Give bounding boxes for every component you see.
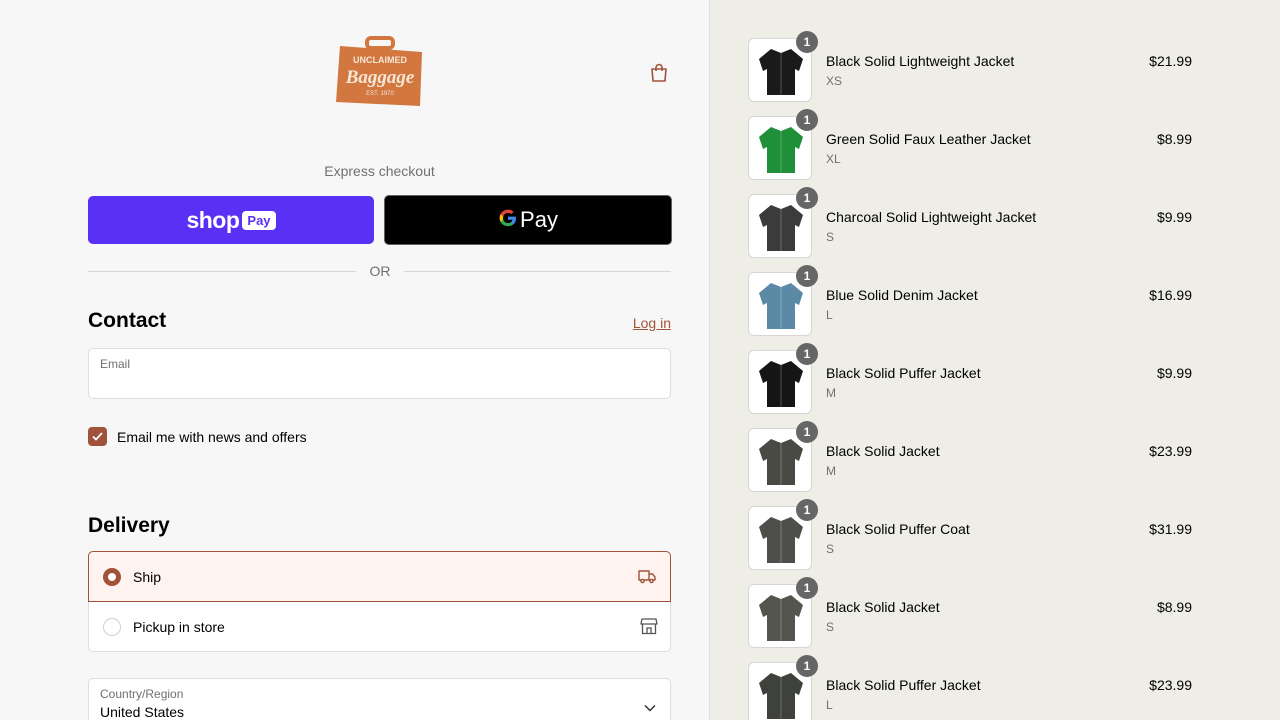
pickup-radio[interactable] xyxy=(103,618,121,636)
product-variant: M xyxy=(826,464,836,478)
divider-right xyxy=(404,271,671,272)
quantity-badge: 1 xyxy=(796,343,818,365)
newsletter-checkbox[interactable] xyxy=(88,427,107,446)
logo-line-2: Baggage xyxy=(345,67,415,88)
delivery-heading: Delivery xyxy=(88,514,170,537)
product-name: Black Solid Jacket xyxy=(826,443,940,459)
product-name: Blue Solid Denim Jacket xyxy=(826,287,978,303)
email-input[interactable] xyxy=(100,373,640,389)
shopping-bag-icon xyxy=(650,63,668,88)
product-variant: S xyxy=(826,542,835,556)
chevron-down-icon xyxy=(644,699,656,717)
product-variant: L xyxy=(826,698,833,712)
express-checkout-label: Express checkout xyxy=(324,163,435,179)
delivery-option-ship[interactable]: Ship xyxy=(88,551,671,602)
cart-line-item: 1 Charcoal Solid Lightweight Jacket S $9.99 xyxy=(748,187,1192,258)
country-select[interactable]: Country/Region United States xyxy=(88,678,671,720)
product-price: $16.99 xyxy=(1149,287,1192,303)
newsletter-label: Email me with news and offers xyxy=(117,428,307,445)
product-variant: S xyxy=(826,620,835,634)
brand-logo[interactable]: UNCLAIMED Baggage EST. 1970 xyxy=(334,36,426,112)
cart-line-item: 1 Black Solid Puffer Coat S $31.99 xyxy=(748,499,1192,570)
store-icon xyxy=(640,617,658,640)
product-name: Charcoal Solid Lightweight Jacket xyxy=(826,209,1037,225)
product-variant: S xyxy=(826,230,835,244)
or-divider-text: OR xyxy=(369,263,391,279)
order-summary-panel: 1 Black Solid Lightweight Jacket XS $21.99 1… xyxy=(710,0,1280,720)
google-g-icon xyxy=(498,208,518,233)
product-name: Black Solid Puffer Coat xyxy=(826,521,970,537)
product-name: Green Solid Faux Leather Jacket xyxy=(826,131,1031,147)
product-price: $23.99 xyxy=(1149,677,1192,693)
quantity-badge: 1 xyxy=(796,655,818,677)
product-price: $8.99 xyxy=(1156,599,1192,615)
product-name: Black Solid Puffer Jacket xyxy=(826,677,981,693)
quantity-badge: 1 xyxy=(796,31,818,53)
divider-left xyxy=(88,271,356,272)
cart-line-item: 1 Black Solid Jacket S $8.99 xyxy=(748,577,1192,648)
cart-line-item: 1 Green Solid Faux Leather Jacket XL $8.99 xyxy=(748,109,1192,180)
product-price: $23.99 xyxy=(1149,443,1192,459)
quantity-badge: 1 xyxy=(796,499,818,521)
quantity-badge: 1 xyxy=(796,265,818,287)
product-price: $9.99 xyxy=(1156,209,1192,225)
country-value: United States xyxy=(100,704,185,720)
checkout-form-panel: UNCLAIMED Baggage EST. 1970 Express chec… xyxy=(0,0,710,720)
cart-line-item: 1 Black Solid Puffer Jacket M $9.99 xyxy=(748,343,1192,414)
cart-line-item: 1 Blue Solid Denim Jacket L $16.99 xyxy=(748,265,1192,336)
shop-pay-box: Pay xyxy=(242,210,276,230)
quantity-badge: 1 xyxy=(796,109,818,131)
log-in-link[interactable]: Log in xyxy=(600,315,671,331)
google-pay-word: Pay xyxy=(520,207,558,232)
product-name: Black Solid Jacket xyxy=(826,599,940,615)
newsletter-option[interactable]: Email me with news and offers xyxy=(88,427,307,446)
logo-line-1: UNCLAIMED xyxy=(353,55,407,65)
contact-heading: Contact xyxy=(88,309,167,332)
product-variant: XL xyxy=(826,152,841,166)
truck-icon xyxy=(638,567,656,590)
email-field-label: Email xyxy=(100,357,131,371)
ship-radio[interactable] xyxy=(103,567,121,586)
pickup-label: Pickup in store xyxy=(133,619,225,635)
product-price: $9.99 xyxy=(1156,365,1192,381)
product-price: $8.99 xyxy=(1156,131,1192,147)
cart-button[interactable] xyxy=(646,62,672,88)
email-field[interactable]: Email xyxy=(88,348,671,399)
product-name: Black Solid Lightweight Jacket xyxy=(826,53,1015,69)
delivery-method-group: Ship Pickup in store xyxy=(88,551,671,652)
product-variant: XS xyxy=(826,74,843,88)
country-label: Country/Region xyxy=(100,687,184,701)
product-price: $31.99 xyxy=(1149,521,1192,537)
product-name: Black Solid Puffer Jacket xyxy=(826,365,981,381)
logo-line-3: EST. 1970 xyxy=(366,91,394,97)
ship-label: Ship xyxy=(133,568,162,585)
quantity-badge: 1 xyxy=(796,421,818,443)
shop-pay-button[interactable]: shop Pay xyxy=(88,196,374,244)
delivery-option-pickup[interactable]: Pickup in store xyxy=(89,602,672,652)
checkmark-icon xyxy=(92,428,103,446)
shop-pay-word: shop xyxy=(186,206,240,233)
product-price: $21.99 xyxy=(1149,53,1192,69)
product-variant: L xyxy=(826,308,833,322)
product-variant: M xyxy=(826,386,836,400)
cart-line-item: 1 Black Solid Lightweight Jacket XS $21.99 xyxy=(748,31,1192,102)
cart-line-item: 1 Black Solid Jacket M $23.99 xyxy=(748,421,1192,492)
cart-line-item: 1 Black Solid Puffer Jacket L $23.99 xyxy=(748,655,1192,720)
quantity-badge: 1 xyxy=(796,577,818,599)
google-pay-button[interactable]: Pay xyxy=(384,195,672,245)
quantity-badge: 1 xyxy=(796,187,818,209)
